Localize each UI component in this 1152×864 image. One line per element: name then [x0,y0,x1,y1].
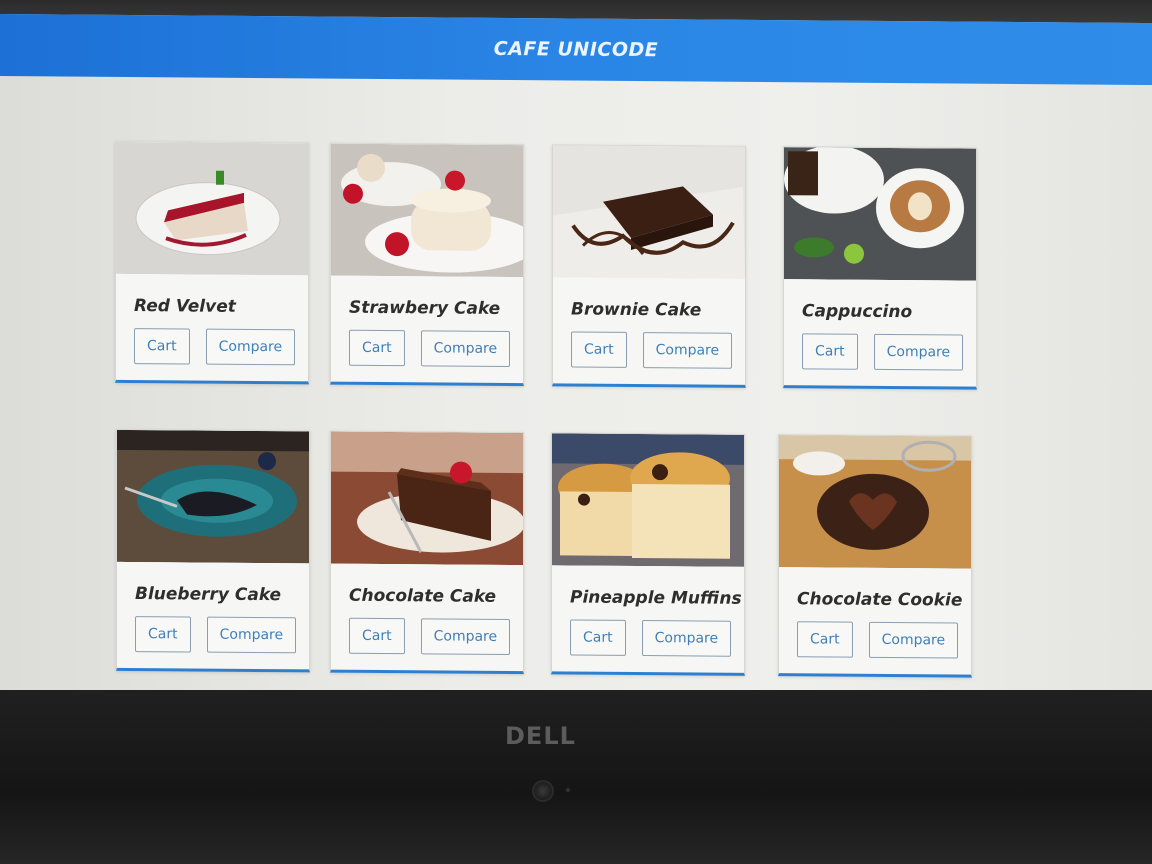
cart-button[interactable]: Cart [135,616,191,653]
product-title: Chocolate Cake [349,585,497,607]
cart-button[interactable]: Cart [349,617,405,655]
brand-logo: DELL [505,722,576,750]
product-title: Brownie Cake [571,299,702,321]
compare-button[interactable]: Compare [641,620,732,657]
product-card-strawberry-cake: Strawbery Cake Cart Compare [330,142,524,387]
cart-button[interactable]: Cart [570,619,626,656]
product-grid: Red Velvet Cart Compare Strawbery Cake C… [0,14,1152,723]
compare-button[interactable]: Compare [642,332,733,369]
blueberry-cake-image [117,429,309,564]
product-card-blueberry-cake: Blueberry Cake Cart Compare [116,428,310,673]
laptop-bezel-bottom [0,690,1152,864]
brownie-cake-image [553,145,745,279]
red-velvet-cake-image [116,141,308,276]
chocolate-cake-image [331,431,523,566]
product-title: Pineapple Muffins [570,587,742,609]
cart-button[interactable]: Cart [797,621,853,658]
webcam-led-icon [566,788,570,792]
webcam-icon [532,780,554,802]
compare-button[interactable]: Compare [420,618,511,656]
product-card-brownie-cake: Brownie Cake Cart Compare [552,144,746,388]
compare-button[interactable]: Compare [205,328,296,366]
compare-button[interactable]: Compare [873,333,964,371]
muffins-image [552,433,744,567]
product-card-chocolate-cookie: Chocolate Cookie Cart Compare [778,434,972,678]
chocolate-cookie-image [779,435,971,569]
compare-button[interactable]: Compare [868,621,959,659]
product-card-chocolate-cake: Chocolate Cake Cart Compare [330,430,524,675]
compare-button[interactable]: Compare [206,616,297,654]
product-card-red-velvet: Red Velvet Cart Compare [115,140,309,385]
compare-button[interactable]: Compare [420,330,511,368]
product-title: Red Velvet [134,296,236,317]
cart-button[interactable]: Cart [571,331,627,368]
cart-button[interactable]: Cart [134,328,190,365]
product-title: Cappuccino [802,301,913,323]
product-title: Blueberry Cake [135,584,282,606]
screen: CAFE UNICODE Red Velvet Cart Compare Str… [0,14,1152,724]
product-card-cappuccino: Cappuccino Cart Compare [783,146,977,390]
cart-button[interactable]: Cart [349,329,405,367]
cappuccino-image [784,147,976,281]
product-title: Strawbery Cake [349,297,501,319]
product-title: Chocolate Cookie [797,589,963,611]
strawberry-cake-image [331,143,523,278]
cart-button[interactable]: Cart [802,333,858,370]
product-card-pineapple-muffins: Pineapple Muffins Cart Compare [551,432,745,676]
